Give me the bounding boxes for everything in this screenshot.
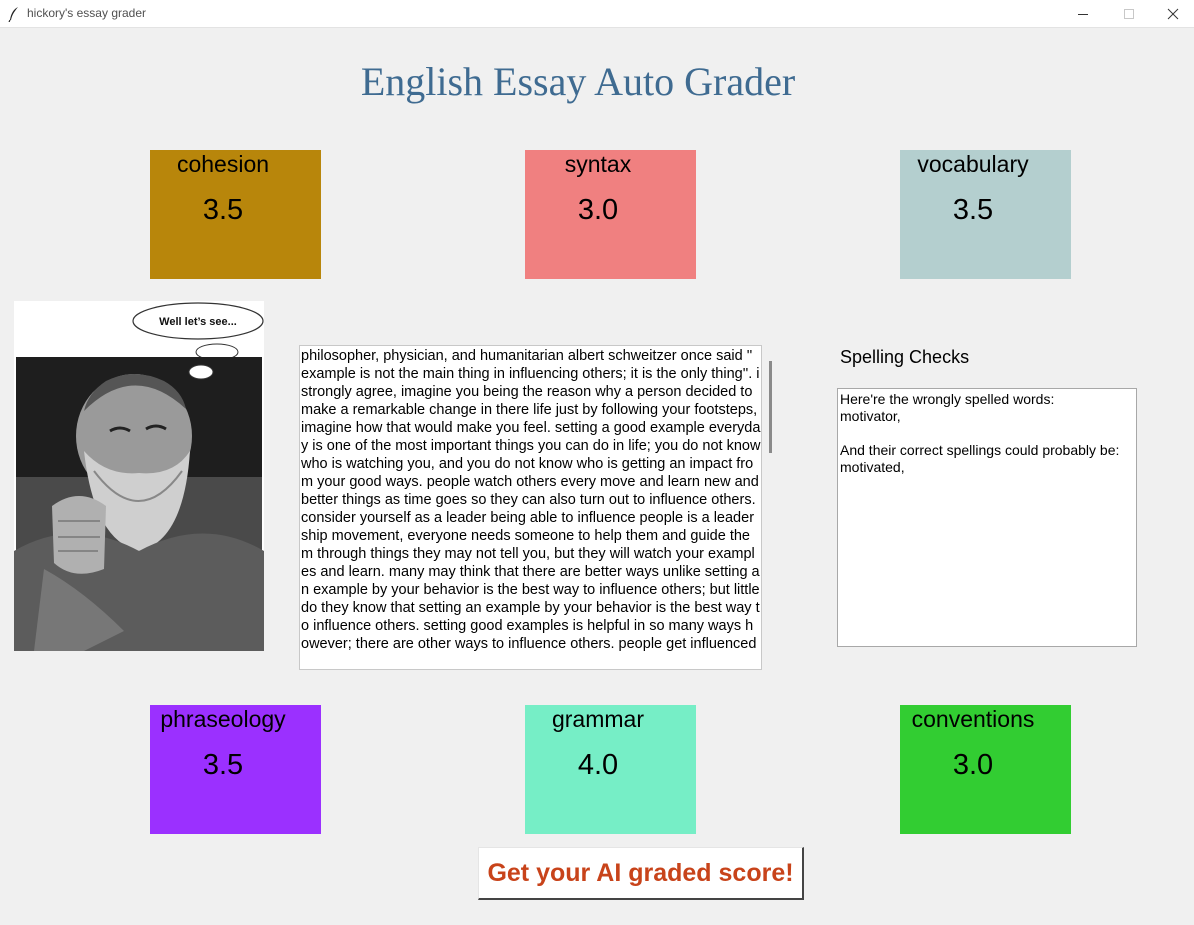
minimize-button[interactable] [1060, 0, 1106, 28]
window-title: hickory's essay grader [27, 6, 147, 20]
spelling-text: Here're the wrongly spelled words: motiv… [840, 391, 1120, 475]
minimize-icon [1078, 14, 1088, 15]
close-button[interactable] [1150, 0, 1194, 28]
thinking-man-photo: Well let’s see... [14, 301, 264, 651]
score-label: phraseology [160, 706, 286, 732]
score-card-cohesion: cohesion 3.5 [150, 150, 321, 279]
score-card-phraseology: phraseology 3.5 [150, 705, 321, 834]
score-value: 3.5 [202, 749, 244, 781]
score-label: conventions [911, 706, 1035, 732]
score-label: syntax [564, 151, 632, 177]
essay-text: philosopher, physician, and humanitarian… [301, 348, 761, 652]
essay-scrollbar[interactable] [769, 361, 772, 453]
maximize-button[interactable] [1106, 0, 1152, 28]
feather-icon [8, 6, 20, 23]
button-label: Get your AI graded score! [487, 858, 794, 887]
essay-textbox[interactable]: philosopher, physician, and humanitarian… [299, 345, 762, 670]
score-label: vocabulary [917, 151, 1029, 177]
score-value: 3.0 [577, 194, 619, 226]
maximize-icon [1124, 9, 1134, 19]
score-card-syntax: syntax 3.0 [525, 150, 696, 279]
score-card-vocabulary: vocabulary 3.5 [900, 150, 1071, 279]
score-label: cohesion [176, 151, 270, 177]
speech-bubble-text: Well let’s see... [159, 316, 237, 328]
get-ai-score-button[interactable]: Get your AI graded score! [478, 847, 804, 900]
window-titlebar: hickory's essay grader [0, 0, 1194, 28]
score-card-conventions: conventions 3.0 [900, 705, 1071, 834]
score-value: 3.0 [952, 749, 994, 781]
page-title: English Essay Auto Grader [360, 59, 796, 104]
close-icon [1167, 8, 1179, 20]
spelling-checks-label: Spelling Checks [840, 347, 970, 367]
score-value: 3.5 [202, 194, 244, 226]
score-value: 4.0 [577, 749, 619, 781]
spelling-textbox[interactable]: Here're the wrongly spelled words: motiv… [837, 388, 1137, 647]
thinking-man-image: Well let’s see... [14, 301, 264, 651]
score-card-grammar: grammar 4.0 [525, 705, 696, 834]
score-label: grammar [551, 706, 644, 732]
score-value: 3.5 [952, 194, 994, 226]
